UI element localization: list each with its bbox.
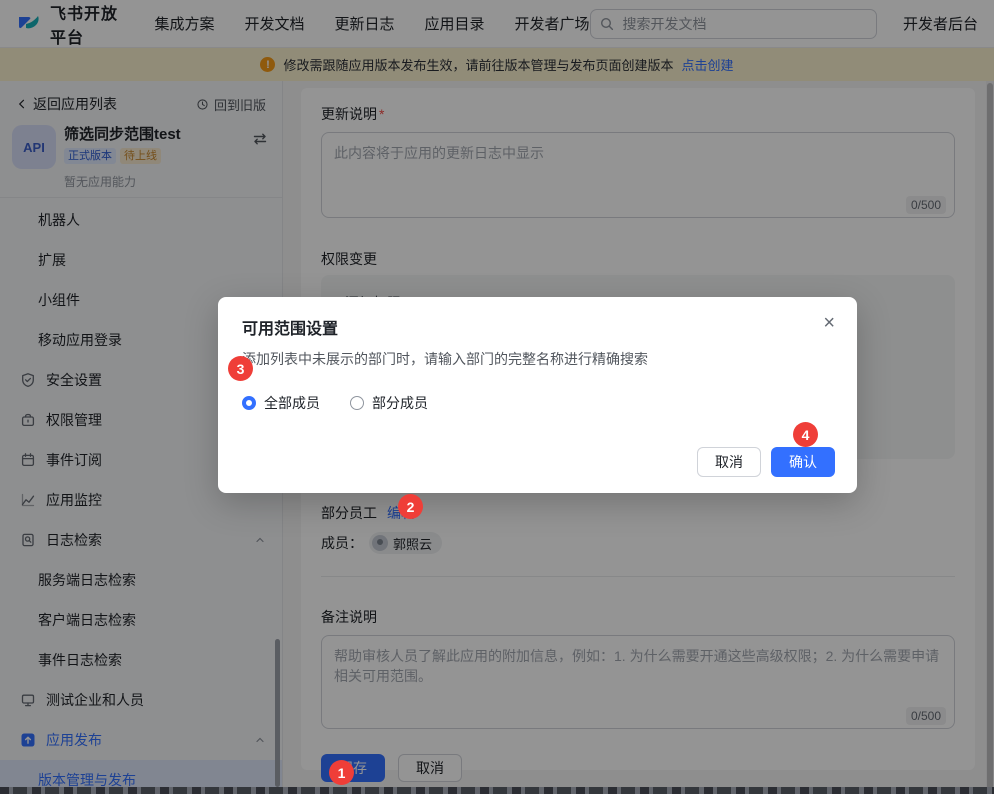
- dialog-cancel-button[interactable]: 取消: [697, 447, 761, 477]
- availability-scope-dialog: 可用范围设置 × 添加列表中未展示的部门时，请输入部门的完整名称进行精确搜索 全…: [218, 297, 857, 493]
- step-badge-3: 3: [228, 356, 253, 381]
- radio-unselected-icon: [350, 396, 364, 410]
- close-icon[interactable]: ×: [823, 313, 835, 333]
- feishu-open-platform-page: 飞书开放平台 集成方案 开发文档 更新日志 应用目录 开发者广场 开发者后台 !…: [0, 0, 994, 794]
- dialog-confirm-button[interactable]: 确认: [771, 447, 835, 477]
- scope-radio-group: 全部成员 部分成员: [242, 393, 833, 413]
- dialog-description: 添加列表中未展示的部门时，请输入部门的完整名称进行精确搜索: [242, 349, 833, 369]
- step-badge-4: 4: [793, 422, 818, 447]
- step-badge-2: 2: [398, 494, 423, 519]
- radio-selected-icon: [242, 396, 256, 410]
- dialog-actions: 取消 确认: [697, 447, 835, 477]
- radio-partial-members[interactable]: 部分成员: [350, 393, 428, 413]
- step-badge-1: 1: [329, 760, 354, 785]
- radio-all-members[interactable]: 全部成员: [242, 393, 320, 413]
- radio-partial-label: 部分成员: [372, 393, 428, 413]
- radio-all-label: 全部成员: [264, 393, 320, 413]
- dialog-title: 可用范围设置: [242, 315, 833, 339]
